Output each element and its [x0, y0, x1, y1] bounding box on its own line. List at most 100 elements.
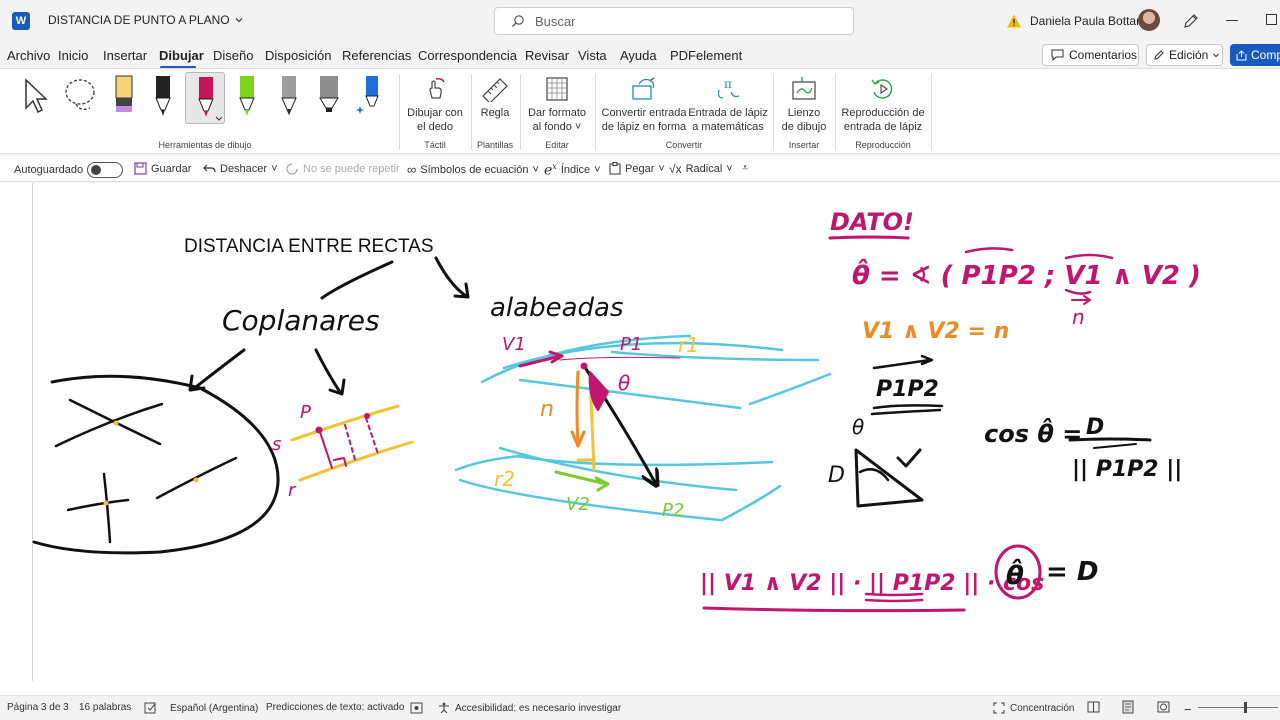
pen-green-icon[interactable]	[230, 72, 264, 120]
ink-text-cross-eq: V1 ∧ V2 = n	[862, 319, 1009, 344]
convertir-forma-line2: de lápiz en forma	[601, 121, 687, 133]
pen-black-icon[interactable]	[146, 72, 180, 120]
zoom-slider-thumb[interactable]	[1244, 702, 1247, 713]
radical-button[interactable]: √x Radical ˅	[669, 162, 733, 176]
macro-button[interactable]	[410, 702, 423, 714]
tab-inicio[interactable]: Inicio	[58, 48, 88, 63]
lasso-select-icon[interactable]	[62, 76, 100, 116]
comments-button[interactable]: Comentarios	[1042, 44, 1139, 66]
undo-label: Deshacer	[220, 162, 268, 175]
format-background-button[interactable]: Dar formato al fondo ˅	[524, 76, 590, 134]
tab-referencias[interactable]: Referencias	[342, 48, 411, 63]
pen-magenta-selected[interactable]	[185, 72, 225, 124]
tab-revisar[interactable]: Revisar	[525, 48, 569, 63]
accessibility-icon	[439, 702, 449, 714]
editing-label: Edición	[1169, 48, 1209, 62]
ink-text-s: s	[272, 434, 281, 455]
ink-n-arrow	[1071, 295, 1091, 305]
document-title[interactable]: DISTANCIA DE PUNTO A PLANO	[48, 13, 244, 27]
ink-text-n-under: n	[1072, 305, 1085, 329]
ruler-button[interactable]: Regla	[474, 76, 516, 120]
ink-text-p2: P2	[662, 500, 684, 521]
language-status[interactable]: Español (Argentina)	[144, 702, 258, 714]
user-name[interactable]: Daniela Paula Bottaro	[1030, 14, 1147, 28]
customize-qat-button[interactable]: ⩡	[742, 162, 748, 175]
redo-button[interactable]: No se puede repetir	[286, 162, 400, 175]
focus-mode-button[interactable]: Concentración	[993, 702, 1074, 714]
index-button[interactable]: ex Índice ˅	[544, 162, 601, 179]
zoom-slider[interactable]	[1198, 707, 1278, 708]
tab-insertar[interactable]: Insertar	[103, 48, 147, 63]
ink-to-math-button[interactable]: π Entrada de lápiz a matemáticas	[688, 76, 768, 134]
ribbon-divider	[399, 74, 400, 150]
pen-icon[interactable]	[1182, 12, 1200, 30]
ink-to-shape-button[interactable]: Convertir entrada de lápiz en forma	[600, 76, 688, 134]
tab-diseno[interactable]: Diseño	[213, 48, 253, 63]
group-label-insertar: Insertar	[788, 140, 820, 150]
ink-text-coplanares: Coplanares	[222, 304, 380, 337]
tab-dibujar[interactable]: Dibujar	[159, 48, 204, 63]
share-button[interactable]: Comp	[1230, 44, 1280, 66]
word-logo-icon[interactable]: W	[12, 12, 30, 30]
save-icon	[134, 162, 147, 175]
zoom-out-button[interactable]: −	[1184, 702, 1192, 717]
proofing-icon	[144, 702, 156, 714]
ink-line-r	[298, 440, 414, 482]
reproduccion-line1: Reproducción de	[841, 107, 925, 119]
tab-correspondencia[interactable]: Correspondencia	[418, 48, 517, 63]
save-button[interactable]: Guardar	[134, 162, 191, 175]
ink-replay-button[interactable]: Reproducción de entrada de lápiz	[840, 76, 926, 134]
ink-cross-point	[103, 500, 109, 506]
accessibility-status[interactable]: Accesibilidad: es necesario investigar	[438, 702, 621, 714]
minimize-button[interactable]	[1226, 20, 1238, 21]
text-predictions-status[interactable]: Predicciones de texto: activado	[266, 702, 404, 713]
editing-mode-button[interactable]: Edición	[1146, 44, 1223, 66]
ink-fraction-overline	[1093, 443, 1137, 449]
tab-disposicion[interactable]: Disposición	[265, 48, 331, 63]
autosave-toggle[interactable]: Autoguardado	[14, 162, 124, 178]
read-mode-icon[interactable]	[1087, 701, 1100, 713]
pencil-gray-icon[interactable]	[272, 72, 306, 120]
share-label: Comp	[1251, 48, 1280, 62]
superscript-icon: ex	[544, 162, 557, 179]
ink-arrow-left	[188, 348, 246, 392]
highlighter-yellow-icon[interactable]	[107, 72, 141, 120]
word-count[interactable]: 16 palabras	[79, 702, 131, 713]
undo-button[interactable]: Deshacer ˅	[203, 162, 278, 175]
select-arrow-icon[interactable]	[22, 76, 50, 116]
lienzo-line1: Lienzo	[787, 107, 821, 119]
web-layout-icon[interactable]	[1157, 701, 1170, 713]
chevron-down-icon: ˅	[271, 162, 278, 175]
chevron-down-icon: ˅	[726, 163, 733, 175]
ribbon-divider	[835, 74, 836, 150]
autosave-switch[interactable]	[87, 162, 124, 178]
search-input[interactable]: Buscar	[494, 7, 854, 35]
ink-dashed-perpendicular	[344, 417, 379, 464]
restore-button[interactable]	[1266, 14, 1277, 25]
tab-archivo[interactable]: Archivo	[7, 48, 50, 63]
tab-ayuda[interactable]: Ayuda	[620, 48, 657, 63]
ink-arrow-right	[314, 348, 346, 396]
paste-button[interactable]: Pegar ˅	[609, 162, 665, 175]
touch-hand-icon	[429, 78, 445, 99]
ink-text-cos-eq: cos θ̂ =	[984, 418, 1082, 448]
tab-pdfelement[interactable]: PDFelement	[670, 48, 742, 63]
ribbon-divider	[595, 74, 596, 150]
tab-vista[interactable]: Vista	[578, 48, 607, 63]
page-count[interactable]: Página 3 de 3	[7, 702, 69, 713]
infinity-icon: ∞	[407, 162, 417, 177]
chevron-down-icon: ˅	[594, 164, 601, 177]
print-layout-icon[interactable]	[1122, 700, 1134, 714]
ink-text-r: r	[288, 480, 297, 501]
equation-symbols-button[interactable]: ∞ Símbolos de ecuación ˅	[407, 162, 539, 177]
warning-icon[interactable]	[1006, 13, 1022, 29]
draw-with-touch-button[interactable]: Dibujar con el dedo	[404, 76, 466, 134]
drawing-canvas-button[interactable]: Lienzo de dibujo	[778, 76, 830, 134]
pen-blue-sparkle-icon[interactable]	[353, 72, 387, 120]
chevron-down-icon: ˅	[532, 163, 539, 176]
ink-drawing-canvas[interactable]: Coplanares alabeadas P s r V1 P1 r1 θ n …	[0, 183, 1280, 695]
marker-gray-icon[interactable]	[312, 72, 346, 120]
autosave-label: Autoguardado	[14, 164, 84, 176]
language-label: Español (Argentina)	[170, 702, 259, 714]
avatar[interactable]	[1138, 9, 1160, 31]
